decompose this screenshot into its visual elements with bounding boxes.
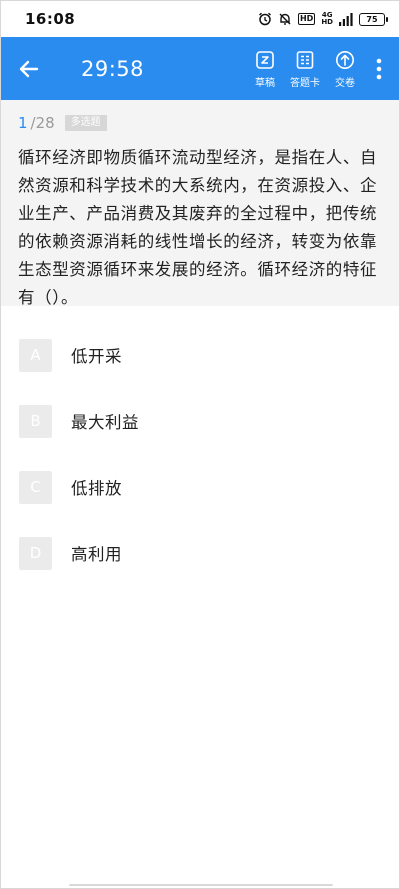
hd-icon: HD [297,13,316,25]
more-vertical-icon [376,58,382,79]
submit-label: 交卷 [335,78,355,89]
countdown-timer: 29:58 [81,56,145,81]
question-text: 循环经济即物质循环流动型经济，是指在人、自然资源和科学技术的大系统内，在资源投入… [18,148,378,307]
back-button[interactable] [7,47,51,91]
option-d[interactable]: D 高利用 [1,520,399,586]
submit-button[interactable]: 交卷 [325,48,365,89]
option-letter: C [19,470,52,504]
draft-button[interactable]: 草稿 [245,48,285,89]
option-text: 最大利益 [71,413,139,432]
status-bar: 16:08 HD 4G HD 75 [1,1,399,37]
option-c[interactable]: C 低排放 [1,454,399,520]
option-a[interactable]: A 低开采 [1,322,399,388]
status-time: 16:08 [25,10,76,28]
option-letter: B [19,404,52,438]
network-type: 4G HD [321,11,333,26]
app-bar: 29:58 草稿 答题卡 交卷 [1,37,399,100]
option-text: 低排放 [71,479,122,498]
question-area: 1 /28 多选题 循环经济即物质循环流动型经济，是指在人、自然资源和科学技术的… [1,100,399,307]
battery-icon: 75 [359,12,388,26]
option-letter: D [19,536,52,570]
more-button[interactable] [365,47,393,91]
submit-icon [335,48,355,72]
question-type-badge: 多选题 [64,115,107,131]
option-text: 低开采 [71,347,122,366]
mute-bell-icon [278,12,292,26]
status-icons: HD 4G HD 75 [258,11,388,26]
answer-sheet-button[interactable]: 答题卡 [285,48,325,89]
question-index: 1 [18,114,28,132]
answer-sheet-icon [295,48,315,72]
question-meta: 1 /28 多选题 [18,112,383,134]
alarm-icon [258,12,272,26]
options-list: A 低开采 B 最大利益 C 低排放 D 高利用 [1,322,399,586]
answer-sheet-label: 答题卡 [290,78,320,89]
draft-label: 草稿 [255,78,275,89]
option-b[interactable]: B 最大利益 [1,388,399,454]
option-text: 高利用 [71,545,122,564]
signal-icon [339,12,353,26]
screen: 16:08 HD 4G HD 75 29:58 草稿 答题卡 交卷 1 /28 … [0,0,400,889]
back-arrow-icon [19,60,39,77]
draft-icon [255,48,275,72]
option-letter: A [19,338,52,372]
home-indicator[interactable] [69,884,333,886]
app-bar-actions: 草稿 答题卡 交卷 [245,37,393,100]
question-total: /28 [30,114,55,132]
